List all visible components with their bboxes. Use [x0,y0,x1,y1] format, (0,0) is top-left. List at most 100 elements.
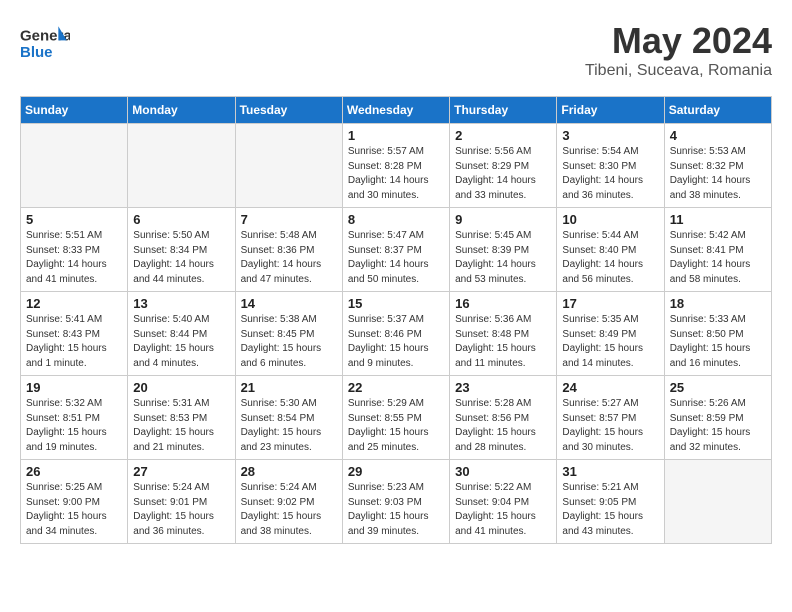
calendar-week-row: 19 Sunrise: 5:32 AM Sunset: 8:51 PM Dayli… [21,376,772,460]
day-number: 12 [26,296,122,311]
day-info: Sunrise: 5:42 AM Sunset: 8:41 PM Dayligh… [670,229,766,287]
day-info: Sunrise: 5:24 AM Sunset: 9:02 PM Dayligh… [241,481,337,539]
calendar-cell: 5 Sunrise: 5:51 AM Sunset: 8:33 PM Daylig… [21,208,128,292]
logo-icon: General Blue [20,20,70,70]
calendar-cell: 29 Sunrise: 5:23 AM Sunset: 9:03 PM Dayli… [342,460,449,544]
day-info: Sunrise: 5:53 AM Sunset: 8:32 PM Dayligh… [670,145,766,203]
calendar-week-row: 26 Sunrise: 5:25 AM Sunset: 9:00 PM Dayli… [21,460,772,544]
calendar-header-row: SundayMondayTuesdayWednesdayThursdayFrid… [21,97,772,124]
day-info: Sunrise: 5:40 AM Sunset: 8:44 PM Dayligh… [133,313,229,371]
day-number: 25 [670,380,766,395]
day-number: 26 [26,464,122,479]
day-info: Sunrise: 5:38 AM Sunset: 8:45 PM Dayligh… [241,313,337,371]
day-info: Sunrise: 5:28 AM Sunset: 8:56 PM Dayligh… [455,397,551,455]
calendar-cell: 1 Sunrise: 5:57 AM Sunset: 8:28 PM Daylig… [342,124,449,208]
day-number: 23 [455,380,551,395]
day-number: 30 [455,464,551,479]
calendar-week-row: 12 Sunrise: 5:41 AM Sunset: 8:43 PM Dayli… [21,292,772,376]
day-info: Sunrise: 5:50 AM Sunset: 8:34 PM Dayligh… [133,229,229,287]
day-number: 4 [670,128,766,143]
day-info: Sunrise: 5:27 AM Sunset: 8:57 PM Dayligh… [562,397,658,455]
day-info: Sunrise: 5:47 AM Sunset: 8:37 PM Dayligh… [348,229,444,287]
day-number: 19 [26,380,122,395]
calendar-cell: 15Sunrise: 5:37 AM Sunset: 8:46 PM Dayli… [342,292,449,376]
calendar-weekday-monday: Monday [128,97,235,124]
day-info: Sunrise: 5:25 AM Sunset: 9:00 PM Dayligh… [26,481,122,539]
day-number: 9 [455,212,551,227]
calendar-week-row: 1 Sunrise: 5:57 AM Sunset: 8:28 PM Daylig… [21,124,772,208]
calendar-weekday-friday: Friday [557,97,664,124]
calendar-cell: 30Sunrise: 5:22 AM Sunset: 9:04 PM Dayli… [450,460,557,544]
day-number: 3 [562,128,658,143]
calendar-cell: 23 Sunrise: 5:28 AM Sunset: 8:56 PM Dayli… [450,376,557,460]
calendar-cell: 3Sunrise: 5:54 AM Sunset: 8:30 PM Daylig… [557,124,664,208]
day-number: 28 [241,464,337,479]
calendar-cell: 16 Sunrise: 5:36 AM Sunset: 8:48 PM Dayli… [450,292,557,376]
day-info: Sunrise: 5:30 AM Sunset: 8:54 PM Dayligh… [241,397,337,455]
calendar-cell: 18 Sunrise: 5:33 AM Sunset: 8:50 PM Dayli… [664,292,771,376]
day-info: Sunrise: 5:23 AM Sunset: 9:03 PM Dayligh… [348,481,444,539]
calendar-cell: 14Sunrise: 5:38 AM Sunset: 8:45 PM Dayli… [235,292,342,376]
day-info: Sunrise: 5:36 AM Sunset: 8:48 PM Dayligh… [455,313,551,371]
day-number: 11 [670,212,766,227]
day-info: Sunrise: 5:41 AM Sunset: 8:43 PM Dayligh… [26,313,122,371]
day-info: Sunrise: 5:21 AM Sunset: 9:05 PM Dayligh… [562,481,658,539]
calendar-cell: 4 Sunrise: 5:53 AM Sunset: 8:32 PM Daylig… [664,124,771,208]
calendar-cell: 7 Sunrise: 5:48 AM Sunset: 8:36 PM Daylig… [235,208,342,292]
calendar-weekday-sunday: Sunday [21,97,128,124]
day-info: Sunrise: 5:51 AM Sunset: 8:33 PM Dayligh… [26,229,122,287]
day-info: Sunrise: 5:45 AM Sunset: 8:39 PM Dayligh… [455,229,551,287]
calendar-cell: 31 Sunrise: 5:21 AM Sunset: 9:05 PM Dayli… [557,460,664,544]
calendar-cell [235,124,342,208]
day-info: Sunrise: 5:44 AM Sunset: 8:40 PM Dayligh… [562,229,658,287]
day-number: 7 [241,212,337,227]
day-info: Sunrise: 5:37 AM Sunset: 8:46 PM Dayligh… [348,313,444,371]
calendar-cell: 17Sunrise: 5:35 AM Sunset: 8:49 PM Dayli… [557,292,664,376]
calendar-cell: 20Sunrise: 5:31 AM Sunset: 8:53 PM Dayli… [128,376,235,460]
calendar-cell: 2 Sunrise: 5:56 AM Sunset: 8:29 PM Daylig… [450,124,557,208]
calendar-weekday-wednesday: Wednesday [342,97,449,124]
day-info: Sunrise: 5:57 AM Sunset: 8:28 PM Dayligh… [348,145,444,203]
calendar-cell: 24Sunrise: 5:27 AM Sunset: 8:57 PM Dayli… [557,376,664,460]
day-number: 20 [133,380,229,395]
day-number: 29 [348,464,444,479]
calendar-cell [664,460,771,544]
day-info: Sunrise: 5:26 AM Sunset: 8:59 PM Dayligh… [670,397,766,455]
calendar-week-row: 5 Sunrise: 5:51 AM Sunset: 8:33 PM Daylig… [21,208,772,292]
day-info: Sunrise: 5:56 AM Sunset: 8:29 PM Dayligh… [455,145,551,203]
day-number: 10 [562,212,658,227]
day-number: 17 [562,296,658,311]
calendar-weekday-thursday: Thursday [450,97,557,124]
day-info: Sunrise: 5:29 AM Sunset: 8:55 PM Dayligh… [348,397,444,455]
svg-text:Blue: Blue [20,44,53,61]
day-number: 1 [348,128,444,143]
day-number: 8 [348,212,444,227]
calendar-cell: 21Sunrise: 5:30 AM Sunset: 8:54 PM Dayli… [235,376,342,460]
day-number: 2 [455,128,551,143]
calendar-cell: 25 Sunrise: 5:26 AM Sunset: 8:59 PM Dayli… [664,376,771,460]
calendar-cell: 6 Sunrise: 5:50 AM Sunset: 8:34 PM Daylig… [128,208,235,292]
calendar-cell: 9 Sunrise: 5:45 AM Sunset: 8:39 PM Daylig… [450,208,557,292]
day-info: Sunrise: 5:33 AM Sunset: 8:50 PM Dayligh… [670,313,766,371]
day-number: 13 [133,296,229,311]
day-info: Sunrise: 5:48 AM Sunset: 8:36 PM Dayligh… [241,229,337,287]
calendar-cell: 12 Sunrise: 5:41 AM Sunset: 8:43 PM Dayli… [21,292,128,376]
day-number: 22 [348,380,444,395]
calendar-cell: 26 Sunrise: 5:25 AM Sunset: 9:00 PM Dayli… [21,460,128,544]
day-number: 27 [133,464,229,479]
calendar-cell: 27 Sunrise: 5:24 AM Sunset: 9:01 PM Dayli… [128,460,235,544]
day-number: 6 [133,212,229,227]
calendar-cell [21,124,128,208]
page-header: General Blue May 2024 Tibeni, Suceava, R… [20,20,772,80]
day-info: Sunrise: 5:32 AM Sunset: 8:51 PM Dayligh… [26,397,122,455]
day-number: 18 [670,296,766,311]
calendar-cell: 28 Sunrise: 5:24 AM Sunset: 9:02 PM Dayli… [235,460,342,544]
day-number: 5 [26,212,122,227]
day-number: 16 [455,296,551,311]
day-number: 31 [562,464,658,479]
calendar-cell: 22 Sunrise: 5:29 AM Sunset: 8:55 PM Dayli… [342,376,449,460]
day-info: Sunrise: 5:24 AM Sunset: 9:01 PM Dayligh… [133,481,229,539]
logo: General Blue [20,20,70,70]
title-block: May 2024 Tibeni, Suceava, Romania [585,20,772,80]
calendar-weekday-tuesday: Tuesday [235,97,342,124]
